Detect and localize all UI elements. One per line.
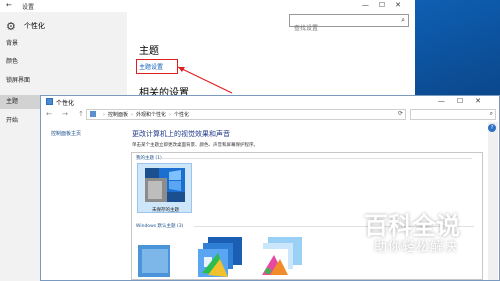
gear-icon: ⚙ [6,19,16,33]
themes-heading: 主题 [139,46,159,57]
back-arrow-icon[interactable]: ← [6,1,12,9]
settings-window-title: 设置 [22,4,35,11]
sidebar-item-lock-screen[interactable]: 锁屏界面 [0,74,127,88]
settings-window-controls[interactable]: —☐✕ [362,1,411,9]
help-icon[interactable]: ? [488,124,496,132]
sidebar-title: 个性化 [23,22,45,30]
group-title-my-themes: 我的主题 (1) [136,156,162,161]
watermark-subtitle: 助你轻松解决 [374,240,459,255]
group-divider [162,158,472,159]
unsaved-theme-label: 未保存的主题 [152,208,179,213]
sidebar-item-colors[interactable]: 颜色 [0,55,127,69]
unsaved-theme-tile[interactable]: 未保存的主题 [137,163,192,213]
search-icon[interactable]: ⌕ [490,110,493,118]
breadcrumb-separator-icon: › [103,112,105,118]
left-pane: 控制面板主页 [41,122,126,280]
breadcrumb-item-appearance[interactable]: 外观和个性化 [136,112,166,118]
sidebar-item-background[interactable]: 背景 [0,37,127,51]
personalization-titlebar: 个性化 —☐✕ [41,96,499,108]
group-title-windows-default: Windows 默认主题 (3) [136,224,184,229]
settings-search-input[interactable] [290,23,390,34]
windows-theme-tile[interactable] [136,233,186,278]
flowers-theme-tile[interactable] [258,233,308,278]
annotation-highlight-box [136,59,178,74]
control-panel-icon [90,111,96,117]
unsaved-theme-preview [145,168,185,202]
control-panel-search[interactable]: ⌕ [410,109,496,120]
breadcrumb-separator-icon: › [169,112,172,118]
search-icon[interactable]: ⌕ [401,16,405,25]
nav-back-forward-up-icon[interactable]: ← → ↑ [46,110,88,118]
settings-search-box[interactable]: ⌕ [289,14,409,34]
personalization-description: 单击某个主题立即更改桌面背景、颜色、声音和屏幕保护程序。 [132,143,258,148]
refresh-icon[interactable]: ⟳ [398,110,403,117]
personalization-window-controls[interactable]: —☐✕ [438,97,493,105]
windows-10-theme-tile[interactable] [198,233,248,278]
settings-titlebar: ← 设置 —☐✕ [0,0,415,12]
breadcrumb: › 控制面板 › 外观和个性化 › 个性化 [100,111,189,118]
breadcrumb-item-control-panel[interactable]: 控制面板 [108,112,128,118]
sidebar-header: ⚙ 个性化 [6,18,45,34]
breadcrumb-item-personalization[interactable]: 个性化 [174,112,189,118]
address-bar-row: ← → ↑ › 控制面板 › 外观和个性化 › 个性化 ⟳ ⌕ [41,108,499,122]
personalization-window-title: 个性化 [56,100,75,107]
address-bar[interactable]: › 控制面板 › 外观和个性化 › 个性化 ⟳ [86,109,406,120]
breadcrumb-separator-icon: › [131,112,134,118]
control-panel-home-link[interactable]: 控制面板主页 [51,130,81,137]
personalization-heading: 更改计算机上的视觉效果和声音 [132,130,230,138]
personalization-window-icon [46,98,53,105]
watermark: 百科全说 助你轻松解决 [340,206,500,266]
